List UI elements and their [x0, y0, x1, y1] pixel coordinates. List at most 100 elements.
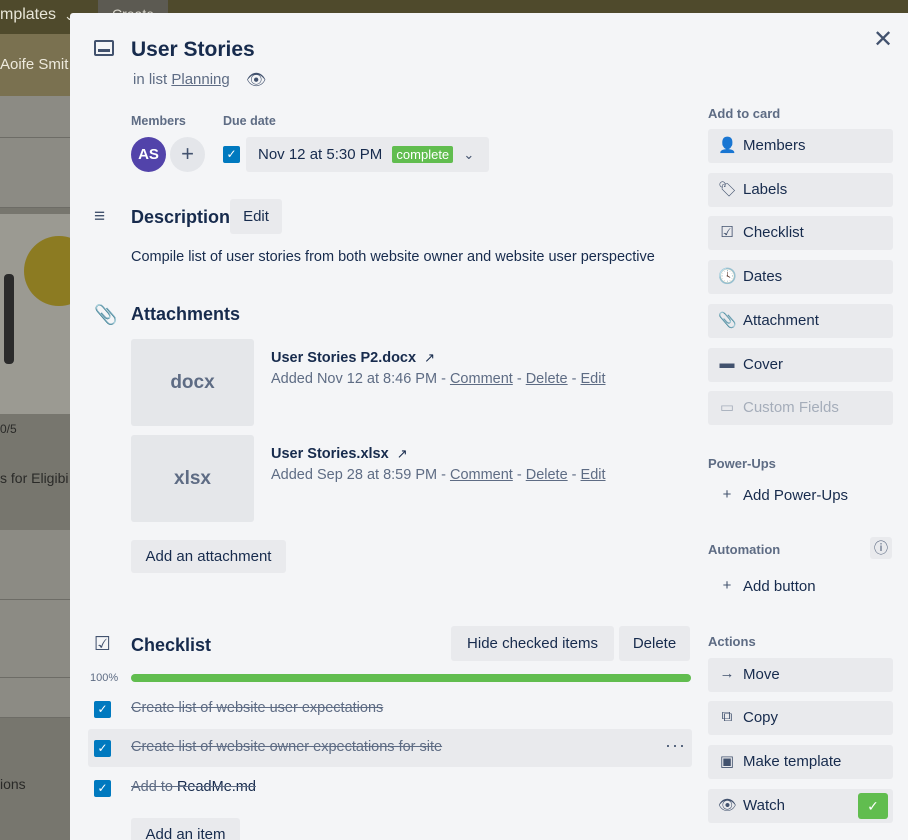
clock-icon: 🕓 — [718, 268, 737, 285]
card-title[interactable]: User Stories — [131, 38, 255, 62]
checklist-item[interactable]: ✓ Add to ReadMe.md — [88, 769, 692, 807]
illustration-figure — [4, 274, 14, 364]
checklist-item-text[interactable]: Add to ReadMe.md — [131, 779, 256, 795]
hide-checked-items-button[interactable]: Hide checked items — [451, 626, 614, 661]
external-link-icon[interactable]: ↗ — [424, 350, 435, 365]
checklist-progress-percent: 100% — [90, 672, 119, 684]
checklist-item-text-prefix: Add to — [131, 779, 177, 795]
members-button[interactable]: 👤 Members — [708, 129, 893, 163]
custom-fields-button[interactable]: ▭ Custom Fields — [708, 391, 893, 425]
card-icon — [94, 40, 114, 56]
labels-button-label: Labels — [743, 181, 788, 198]
add-power-ups-button[interactable]: + Add Power-Ups — [708, 479, 893, 513]
board-card[interactable] — [0, 96, 70, 138]
checklist-progress-fill — [131, 674, 691, 682]
add-button-button[interactable]: + Add button — [708, 570, 893, 604]
board-card[interactable] — [0, 530, 70, 600]
description-icon: ≡ — [94, 206, 106, 227]
attachment-meta: Added Sep 28 at 8:59 PM - Comment - Dele… — [271, 467, 606, 483]
edit-description-button[interactable]: Edit — [230, 199, 282, 234]
make-template-button-label: Make template — [743, 753, 842, 770]
separator: - — [567, 371, 581, 387]
comment-link[interactable]: Comment — [450, 371, 513, 387]
add-power-ups-label: Add Power-Ups — [743, 487, 849, 504]
add-button-label: Add button — [743, 578, 816, 595]
move-button-label: Move — [743, 666, 780, 683]
checklist-item-text[interactable]: Create list of website owner expectation… — [131, 739, 442, 755]
more-options-icon[interactable]: ··· — [665, 735, 686, 756]
checklist-item-text[interactable]: Create list of website user expectations — [131, 700, 383, 716]
board-card-cover-image[interactable] — [0, 214, 70, 414]
board-card[interactable] — [0, 600, 70, 678]
board-card[interactable] — [0, 138, 70, 208]
in-list-label: in list Planning — [133, 71, 230, 88]
watch-button[interactable]: 👁 Watch ✓ — [708, 789, 893, 823]
copy-button-label: Copy — [743, 709, 779, 726]
make-template-button[interactable]: ▣ Make template — [708, 745, 893, 779]
checklist-title[interactable]: Checklist — [131, 635, 211, 656]
tag-icon: 🏷 — [718, 181, 738, 198]
board-card[interactable] — [0, 678, 70, 718]
copy-icon: ⧉ — [721, 708, 733, 725]
delete-checklist-button[interactable]: Delete — [619, 626, 690, 661]
members-label: Members — [131, 114, 186, 128]
separator: - — [512, 467, 526, 483]
close-icon[interactable]: ✕ — [870, 27, 896, 53]
cover-button[interactable]: ▬ Cover — [708, 348, 893, 382]
description-text[interactable]: Compile list of user stories from both w… — [131, 249, 655, 265]
checklist-item-checkbox[interactable]: ✓ — [94, 701, 111, 718]
cover-button-label: Cover — [743, 356, 784, 373]
separator: - — [567, 467, 581, 483]
delete-link[interactable]: Delete — [526, 467, 568, 483]
eye-icon: 👁 — [246, 72, 267, 89]
checklist-item-link[interactable]: ReadMe.md — [177, 779, 256, 795]
checklist-item-checkbox[interactable]: ✓ — [94, 780, 111, 797]
info-icon[interactable]: ⓘ — [870, 537, 892, 559]
attachment-name[interactable]: User Stories P2.docx ↗ — [271, 350, 435, 366]
automation-heading: Automation — [708, 542, 781, 557]
labels-button[interactable]: 🏷 Labels — [708, 173, 893, 207]
avatar[interactable]: AS — [131, 137, 166, 172]
list-link[interactable]: Planning — [171, 71, 229, 88]
add-attachment-button[interactable]: Add an attachment — [131, 540, 286, 573]
external-link-icon[interactable]: ↗ — [397, 446, 408, 461]
checklist-item-checkbox[interactable]: ✓ — [94, 740, 111, 757]
check-icon: ✓ — [858, 793, 888, 819]
attachment-thumbnail[interactable]: xlsx — [131, 435, 254, 522]
checklist-icon: ☑ — [94, 634, 112, 655]
due-date-value: Nov 12 at 5:30 PM — [258, 146, 383, 163]
plus-icon: + — [722, 486, 732, 503]
separator: - — [437, 467, 450, 483]
dates-button[interactable]: 🕓 Dates — [708, 260, 893, 294]
due-date-button[interactable]: Nov 12 at 5:30 PM complete ⌄ — [246, 137, 489, 172]
add-item-button[interactable]: Add an item — [131, 818, 240, 840]
card-cover-icon: ▬ — [719, 355, 735, 372]
power-ups-heading: Power-Ups — [708, 456, 776, 471]
board-card-title[interactable]: s for Eligibi — [0, 470, 68, 486]
move-button[interactable]: → Move — [708, 658, 893, 692]
watch-button-label: Watch — [743, 797, 785, 814]
attachment-thumbnail[interactable]: docx — [131, 339, 254, 426]
comment-link[interactable]: Comment — [450, 467, 513, 483]
board-card-title[interactable]: ions — [0, 776, 26, 792]
members-button-label: Members — [743, 137, 806, 154]
attachment-added-date: Added Sep 28 at 8:59 PM — [271, 467, 438, 483]
add-member-button[interactable]: + — [170, 137, 205, 172]
templates-menu[interactable]: mplates — [0, 6, 56, 24]
attachment-name[interactable]: User Stories.xlsx ↗ — [271, 446, 408, 462]
copy-button[interactable]: ⧉ Copy — [708, 701, 893, 735]
checklist-item[interactable]: ✓ Create list of website owner expectati… — [88, 729, 692, 767]
edit-link[interactable]: Edit — [581, 467, 606, 483]
board-member-name: Aoife Smit — [0, 56, 69, 73]
checklist-item[interactable]: ✓ Create list of website user expectatio… — [88, 690, 692, 728]
card-detail-modal: ✕ User Stories in list Planning 👁 Member… — [70, 13, 908, 840]
in-list-prefix: in list — [133, 71, 168, 88]
due-complete-checkbox[interactable]: ✓ — [223, 146, 240, 163]
custom-fields-icon: ▭ — [719, 399, 735, 416]
edit-link[interactable]: Edit — [581, 371, 606, 387]
attachment-button[interactable]: 📎 Attachment — [708, 304, 893, 338]
description-title: Description — [131, 207, 231, 227]
delete-link[interactable]: Delete — [526, 371, 568, 387]
add-to-card-heading: Add to card — [708, 106, 781, 121]
checklist-button[interactable]: ☑ Checklist — [708, 216, 893, 250]
